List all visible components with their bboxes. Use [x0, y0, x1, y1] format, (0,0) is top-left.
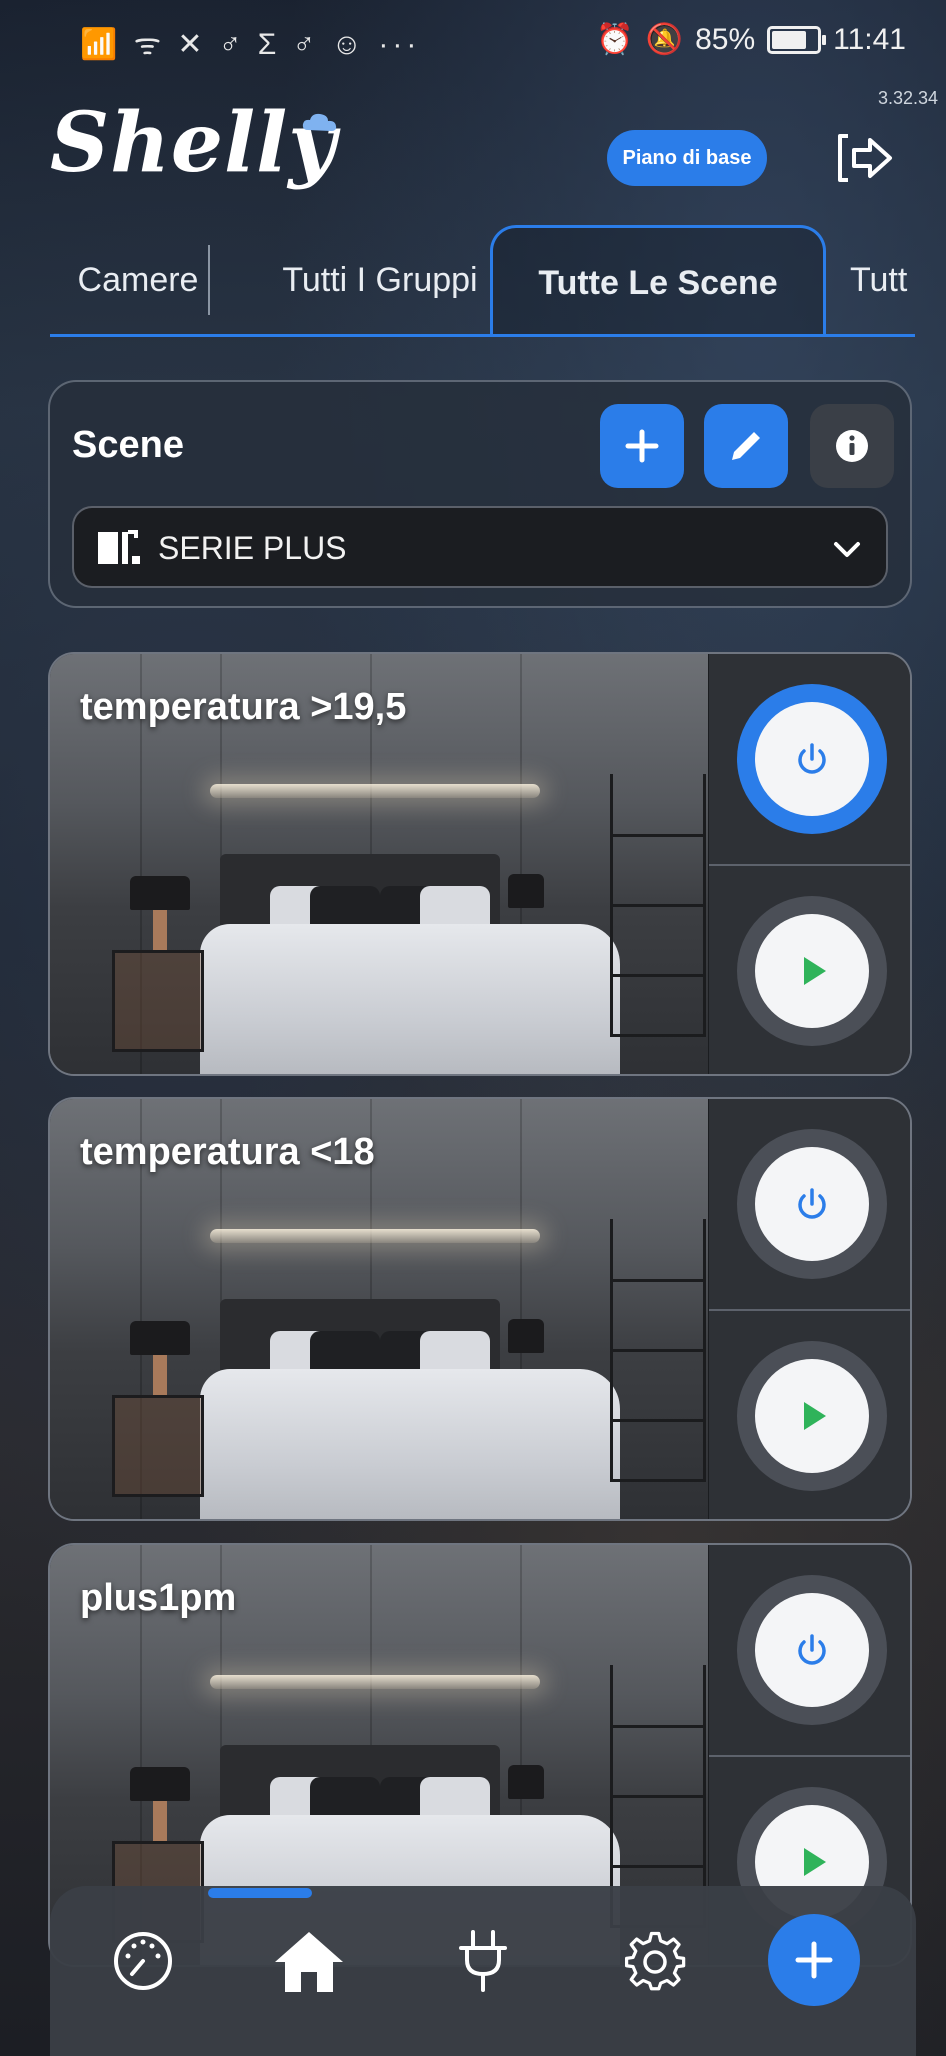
- scene-controls: [708, 654, 910, 1074]
- play-icon: [804, 1402, 826, 1430]
- add-icon: [795, 1941, 833, 1979]
- scene-photo: temperatura <18: [50, 1099, 708, 1519]
- play-icon: [804, 957, 826, 985]
- scene-play-button[interactable]: [737, 1341, 887, 1491]
- plan-button[interactable]: Piano di base: [607, 130, 767, 186]
- tab-divider: [208, 245, 210, 315]
- nav-settings[interactable]: [610, 1916, 700, 2006]
- info-icon: [836, 430, 868, 462]
- nav-devices[interactable]: [438, 1916, 528, 2006]
- nav-home[interactable]: [264, 1916, 354, 2006]
- room-select[interactable]: SERIE PLUS: [72, 506, 888, 588]
- battery-icon: [767, 25, 827, 54]
- tab-underline: [50, 334, 915, 337]
- home-icon: [275, 1932, 343, 1992]
- scene-photo: temperatura >19,5: [50, 654, 708, 1074]
- scene-name: temperatura >19,5: [80, 686, 407, 728]
- scene-name: plus1pm: [80, 1577, 237, 1619]
- dashboard-icon: [114, 1932, 172, 1990]
- shelly-logo: Shelly: [50, 95, 337, 191]
- power-icon: [798, 743, 826, 774]
- nav-active-indicator: [208, 1888, 312, 1898]
- scene-controls: [708, 1099, 910, 1519]
- bottom-nav: [50, 1886, 916, 2056]
- nav-add-button[interactable]: [768, 1914, 860, 2006]
- pencil-icon: [732, 432, 760, 460]
- play-icon: [804, 1848, 826, 1876]
- scene-panel: Scene SERIE PLUS: [48, 380, 912, 608]
- scene-name: temperatura <18: [80, 1131, 375, 1173]
- cloud-icon: [302, 113, 337, 131]
- app-version: 3.32.34: [877, 88, 938, 108]
- scene-play-button[interactable]: [737, 896, 887, 1046]
- status-left-icons: 📶 ᯤ ✕ ♂ Σ ♂ ☺ ···: [80, 28, 421, 61]
- nav-dashboard[interactable]: [98, 1916, 188, 2006]
- settings-icon: [624, 1931, 686, 1991]
- scene-power-button[interactable]: [737, 684, 887, 834]
- power-icon: [798, 1188, 826, 1219]
- info-button[interactable]: [810, 404, 894, 488]
- scene-power-button[interactable]: [737, 1575, 887, 1725]
- room-select-value: SERIE PLUS: [158, 530, 347, 566]
- battery-percent: 85%: [695, 22, 756, 56]
- scene-power-button[interactable]: [737, 1129, 887, 1279]
- tab-bar: Camere Tutti I Gruppi Tutte Le Scene Tut…: [50, 225, 920, 337]
- edit-scene-button[interactable]: [704, 404, 788, 488]
- plug-icon: [459, 1930, 507, 1992]
- chevron-down-icon: [834, 542, 860, 557]
- status-bar: 📶 ᯤ ✕ ♂ Σ ♂ ☺ ··· ⏰ 🔕 85% 11:41: [0, 0, 946, 80]
- power-icon: [798, 1634, 826, 1665]
- door-icon: [98, 530, 140, 564]
- add-scene-button[interactable]: [600, 404, 684, 488]
- logout-icon[interactable]: [834, 126, 898, 190]
- tab-next[interactable]: Tutt: [850, 225, 920, 335]
- scene-card: temperatura >19,5: [48, 652, 912, 1076]
- mute-icon: 🔕: [645, 23, 684, 56]
- tab-all-scenes[interactable]: Tutte Le Scene: [490, 225, 826, 337]
- tab-all-groups[interactable]: Tutti I Gruppi: [230, 225, 530, 335]
- scene-panel-title: Scene: [72, 424, 184, 466]
- plus-icon: [625, 429, 659, 463]
- scene-card: temperatura <18: [48, 1097, 912, 1521]
- clock: 11:41: [833, 22, 906, 56]
- status-right: ⏰ 🔕 85% 11:41: [596, 22, 906, 57]
- alarm-icon: ⏰: [596, 23, 634, 56]
